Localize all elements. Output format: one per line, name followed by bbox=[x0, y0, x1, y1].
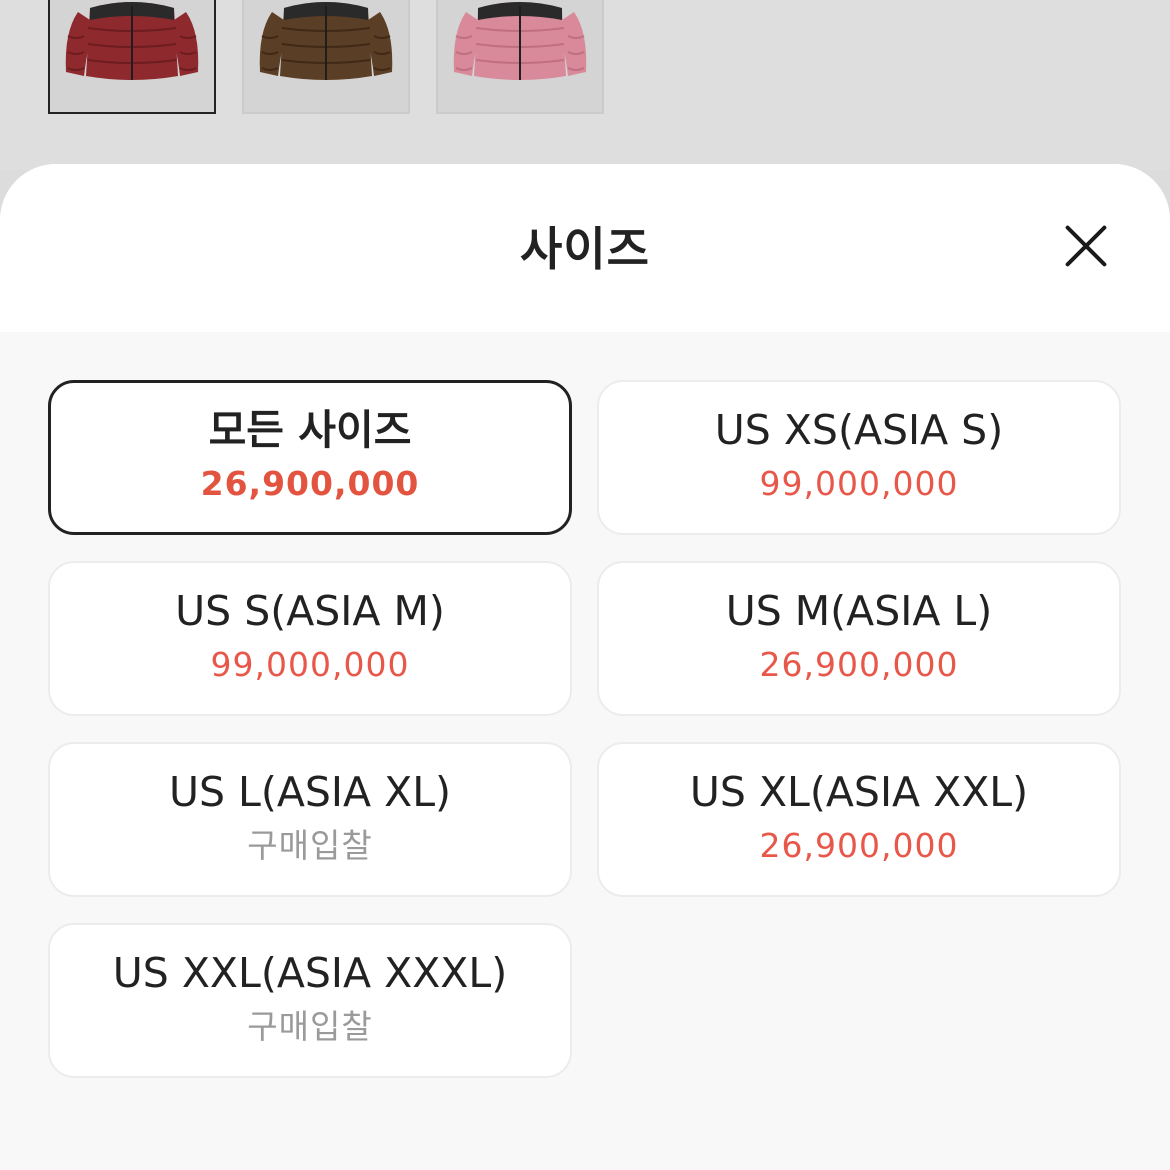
product-page-backdrop bbox=[0, 0, 1170, 170]
thumbnail-pink-jacket[interactable] bbox=[436, 0, 604, 114]
size-option-label: US XXL(ASIA XXXL) bbox=[112, 948, 508, 997]
color-thumbnails bbox=[48, 0, 604, 114]
size-options-grid: 모든 사이즈 26,900,000 US XS(ASIA S) 99,000,0… bbox=[48, 380, 1121, 1078]
sheet-title: 사이즈 bbox=[520, 222, 650, 276]
size-option-price: 구매입찰 bbox=[247, 1006, 373, 1046]
size-option-label: 모든 사이즈 bbox=[208, 405, 412, 454]
size-option-price: 26,900,000 bbox=[759, 644, 959, 684]
size-option-label: US S(ASIA M) bbox=[175, 586, 445, 635]
thumbnail-red-jacket[interactable] bbox=[48, 0, 216, 114]
jacket-image bbox=[65, 2, 199, 80]
size-bottom-sheet: 사이즈 모든 사이즈 26,900,000 US XS(ASIA S) 99,0… bbox=[0, 164, 1170, 1170]
size-option[interactable]: US S(ASIA M) 99,000,000 bbox=[48, 561, 572, 716]
size-option-price: 99,000,000 bbox=[759, 463, 959, 503]
size-option-price: 26,900,000 bbox=[759, 825, 959, 865]
sheet-header: 사이즈 bbox=[0, 164, 1170, 332]
size-option-label: US XL(ASIA XXL) bbox=[689, 767, 1029, 816]
size-option[interactable]: US XL(ASIA XXL) 26,900,000 bbox=[597, 742, 1121, 897]
jacket-image bbox=[259, 2, 393, 80]
size-option-label: US M(ASIA L) bbox=[725, 586, 993, 635]
size-option-price: 26,900,000 bbox=[200, 463, 420, 503]
size-option[interactable]: US XXL(ASIA XXXL) 구매입찰 bbox=[48, 923, 572, 1078]
size-option[interactable]: US M(ASIA L) 26,900,000 bbox=[597, 561, 1121, 716]
size-option-label: US L(ASIA XL) bbox=[168, 767, 452, 816]
close-icon[interactable] bbox=[1064, 224, 1108, 268]
size-option[interactable]: US L(ASIA XL) 구매입찰 bbox=[48, 742, 572, 897]
size-option-label: US XS(ASIA S) bbox=[714, 405, 1004, 454]
thumbnail-brown-jacket[interactable] bbox=[242, 0, 410, 114]
jacket-image bbox=[453, 2, 587, 80]
size-option[interactable]: 모든 사이즈 26,900,000 bbox=[48, 380, 572, 535]
size-option[interactable]: US XS(ASIA S) 99,000,000 bbox=[597, 380, 1121, 535]
size-option-price: 99,000,000 bbox=[210, 644, 410, 684]
size-option-price: 구매입찰 bbox=[247, 825, 373, 865]
